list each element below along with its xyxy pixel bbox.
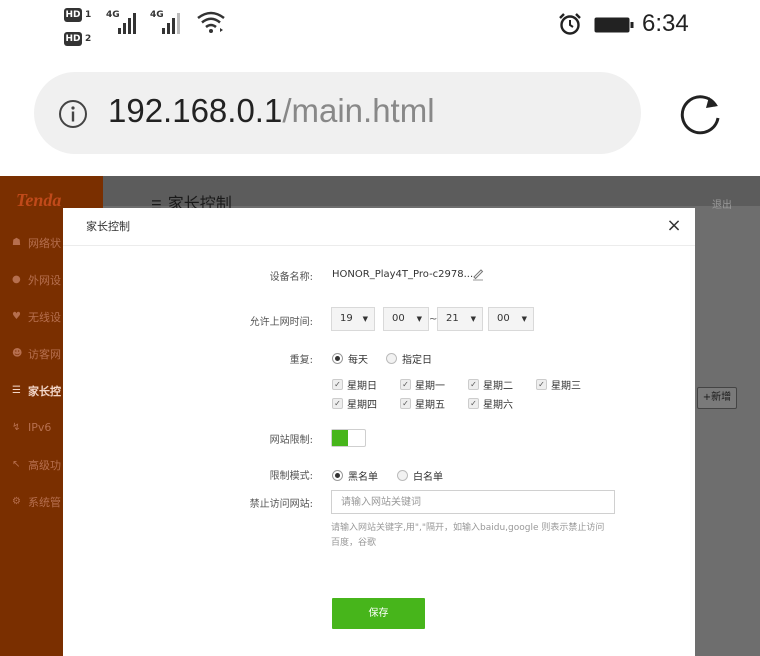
url-host: 192.168.0.1 (108, 92, 283, 129)
chevron-down-icon: ▼ (362, 315, 368, 323)
parental-icon: ☰ (12, 385, 21, 396)
end-minute-value: 00 (497, 313, 510, 324)
ipv6-icon: ↯ (12, 422, 21, 433)
router-logo: Tenda (16, 190, 62, 210)
day-checkbox-fri[interactable]: ✓ (400, 398, 411, 409)
blacklist-label[interactable]: 黑名单 (348, 468, 378, 483)
close-icon[interactable]: × (664, 216, 684, 236)
phone-status-bar: HD 1 HD 2 4G 4G 6:34 (0, 0, 760, 58)
alarm-icon (559, 13, 581, 35)
day-label-mon[interactable]: 星期一 (415, 377, 445, 392)
router-header: ☰ 家长控制 退出 (103, 176, 760, 213)
limit-mode-label: 限制模式: (269, 471, 313, 482)
blocked-sites-label: 禁止访问网站: (249, 499, 313, 510)
globe-icon: ● (12, 274, 21, 285)
chevron-down-icon: ▼ (470, 315, 476, 323)
parental-control-dialog: 家长控制 × 设备名称: HONOR_Play4T_Pro-c2978... 允… (63, 208, 695, 656)
day-checkbox-tue[interactable]: ✓ (468, 379, 479, 390)
sidebar-item-label: 访客网 (28, 347, 61, 361)
hd-indicators: HD 1 HD 2 (64, 6, 104, 50)
hd-badge-1-sub: 1 (85, 10, 92, 20)
sidebar-item-label: 无线设 (28, 310, 61, 324)
url-text[interactable]: 192.168.0.1/main.html (108, 92, 435, 130)
chevron-down-icon: ▼ (521, 315, 527, 323)
day-checkbox-wed[interactable]: ✓ (536, 379, 547, 390)
info-icon[interactable] (58, 99, 88, 129)
website-limit-toggle[interactable] (331, 429, 366, 447)
repeat-everyday-radio[interactable] (332, 353, 343, 364)
save-button[interactable]: 保存 (332, 598, 425, 629)
day-checkbox-sun[interactable]: ✓ (332, 379, 343, 390)
sidebar-item-label: 网络状 (28, 236, 61, 250)
hd-badge-2: HD (64, 32, 82, 46)
battery-icon (594, 17, 634, 33)
sidebar-item-label: 外网设 (28, 273, 61, 287)
start-hour-value: 19 (340, 313, 353, 324)
hd-badge-1: HD (64, 8, 82, 22)
end-hour-value: 21 (446, 313, 459, 324)
status-time: 6:34 (642, 10, 689, 37)
gear-icon: ⚙ (12, 496, 21, 507)
online-time-label: 允许上网时间: (249, 317, 313, 328)
network-icon: ☗ (12, 237, 21, 248)
day-checkbox-mon[interactable]: ✓ (400, 379, 411, 390)
blocked-sites-input[interactable] (331, 490, 615, 514)
chevron-down-icon: ▼ (416, 315, 422, 323)
whitelist-label[interactable]: 白名单 (413, 468, 443, 483)
url-path: /main.html (282, 92, 435, 129)
end-hour-select[interactable]: 21 ▼ (437, 307, 483, 331)
wifi-icon (197, 11, 225, 33)
guest-icon: ☻ (12, 348, 23, 359)
start-hour-select[interactable]: 19 ▼ (331, 307, 375, 331)
address-bar[interactable]: 192.168.0.1/main.html (34, 72, 641, 154)
reload-icon[interactable] (676, 88, 726, 138)
blocked-sites-hint: 请输入网站关键字,用","隔开，如输入baidu,google 则表示禁止访问百… (331, 523, 605, 548)
sidebar-item-label: 系统管 (28, 495, 61, 509)
repeat-custom-label[interactable]: 指定日 (402, 351, 432, 366)
repeat-everyday-label[interactable]: 每天 (348, 351, 368, 366)
end-minute-select[interactable]: 00 ▼ (488, 307, 534, 331)
hd-badge-2-sub: 2 (85, 34, 92, 44)
tools-icon: ↖ (12, 459, 21, 470)
website-limit-label: 网站限制: (269, 435, 313, 446)
blacklist-radio[interactable] (332, 470, 343, 481)
device-name-value: HONOR_Play4T_Pro-c2978... (332, 269, 474, 280)
signal-icon: 4G (106, 10, 146, 34)
sidebar-item-label: 高级功 (28, 458, 61, 472)
whitelist-radio[interactable] (397, 470, 408, 481)
day-label-wed[interactable]: 星期三 (551, 377, 581, 392)
day-label-sat[interactable]: 星期六 (483, 396, 513, 411)
repeat-custom-radio[interactable] (386, 353, 397, 364)
day-checkbox-sat[interactable]: ✓ (468, 398, 479, 409)
day-label-sun[interactable]: 星期日 (347, 377, 377, 392)
sidebar-item-label: IPv6 (28, 421, 52, 434)
wifi-icon: ♥ (12, 311, 21, 322)
exit-link[interactable]: 退出 (712, 196, 732, 211)
toggle-knob (332, 430, 348, 446)
day-checkbox-thu[interactable]: ✓ (332, 398, 343, 409)
day-label-thu[interactable]: 星期四 (347, 396, 377, 411)
edit-icon[interactable] (471, 267, 485, 281)
day-label-fri[interactable]: 星期五 (415, 396, 445, 411)
device-name-label: 设备名称: (269, 272, 313, 283)
start-minute-select[interactable]: 00 ▼ (383, 307, 429, 331)
sidebar-item-label: 家长控 (28, 384, 61, 398)
repeat-label: 重复: (289, 355, 313, 366)
start-minute-value: 00 (392, 313, 405, 324)
signal-icon: 4G (150, 10, 192, 34)
day-label-tue[interactable]: 星期二 (483, 377, 513, 392)
dialog-header: 家长控制 × (63, 208, 695, 246)
dialog-title: 家长控制 (86, 220, 130, 233)
add-rule-button[interactable]: +新增 (697, 387, 737, 409)
